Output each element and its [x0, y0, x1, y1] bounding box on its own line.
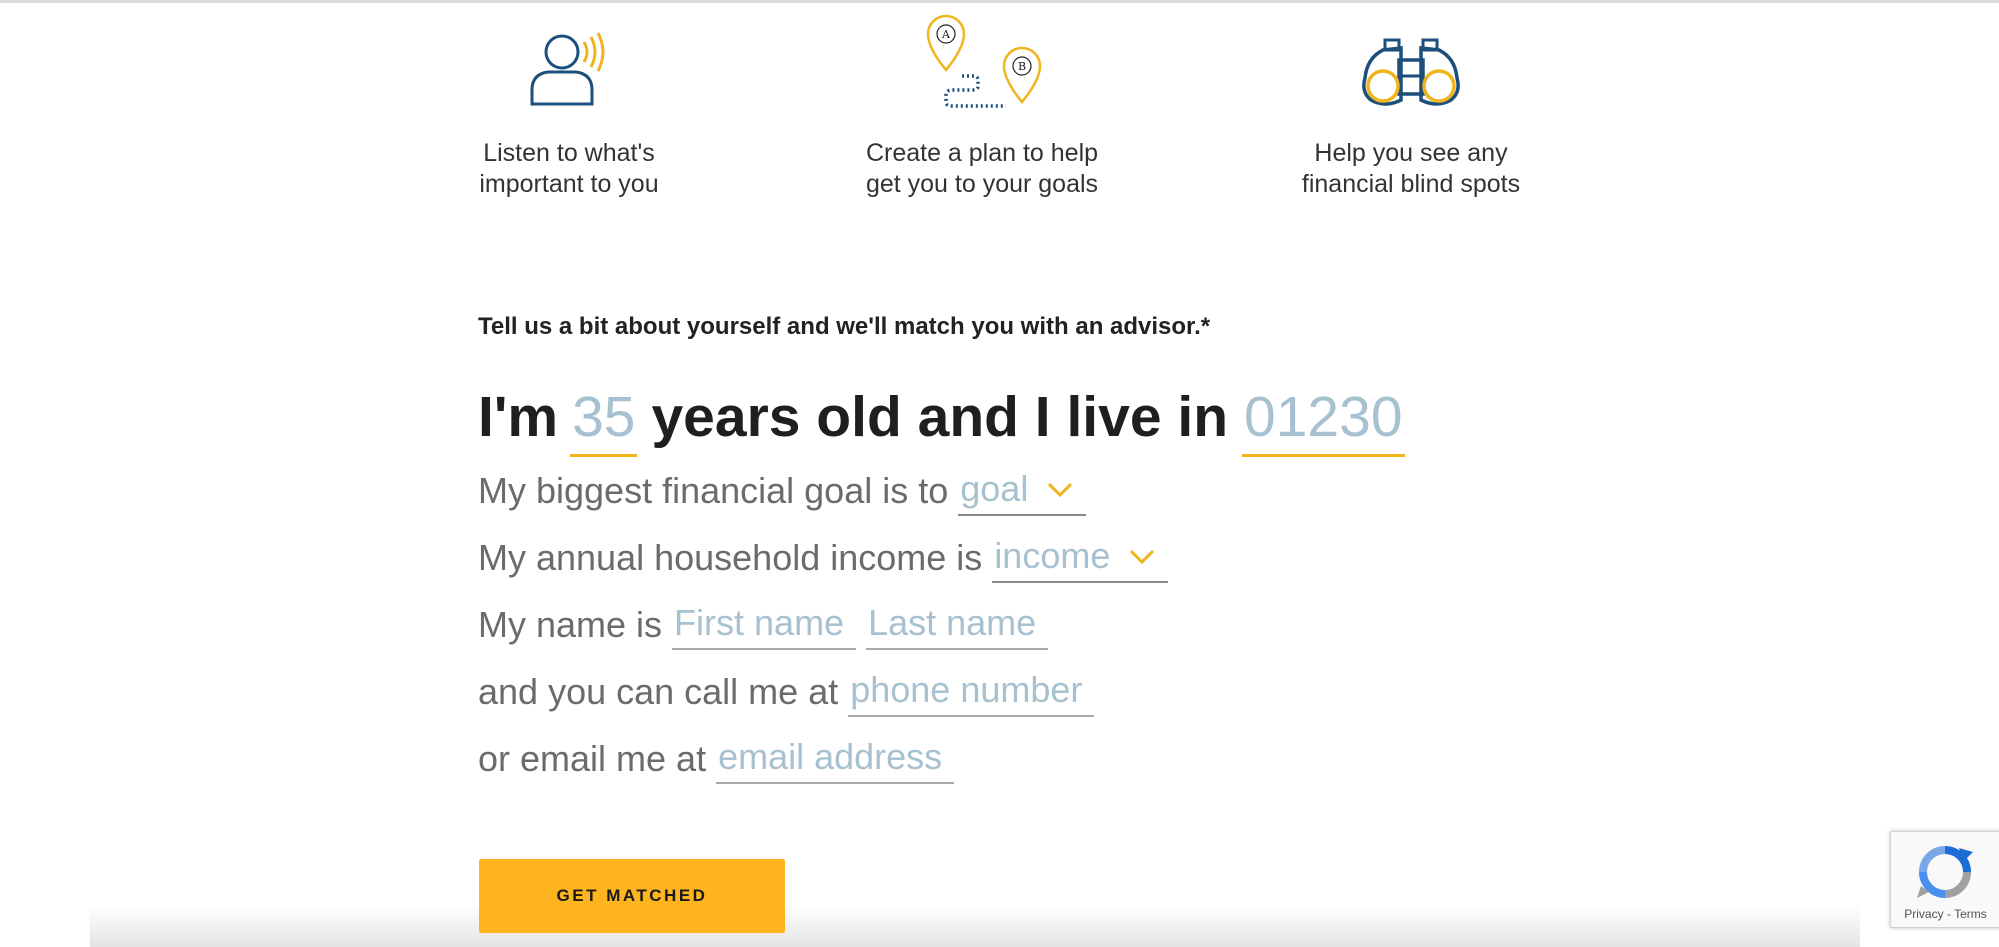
zip-code-input[interactable]: 01230	[1242, 384, 1405, 457]
phone-input[interactable]: phone number	[848, 669, 1095, 717]
income-label: My annual household income is	[478, 537, 983, 578]
benefit-label-line: important to you	[479, 170, 659, 198]
benefit-label: Create a plan to help get you to your go…	[822, 138, 1142, 200]
age-input[interactable]: 35	[570, 384, 638, 457]
listening-person-icon	[409, 10, 729, 110]
benefit-blind-spots: Help you see any financial blind spots	[1251, 10, 1571, 200]
phone-label: and you can call me at	[478, 671, 839, 712]
benefit-label-line: financial blind spots	[1301, 170, 1521, 198]
first-name-input[interactable]: First name	[672, 602, 857, 650]
benefit-label-line: get you to your goals	[865, 170, 1099, 198]
benefit-label: Help you see any financial blind spots	[1251, 138, 1571, 200]
bottom-fade	[90, 905, 1860, 947]
benefit-label-line: Listen to what's	[483, 139, 655, 167]
form-intro: Tell us a bit about yourself and we'll m…	[478, 313, 1211, 340]
name-row: My name is First name Last name	[478, 600, 1049, 650]
chevron-down-icon	[1048, 482, 1073, 498]
benefit-plan: A B Create a plan to help get you to you…	[822, 10, 1142, 200]
email-label: or email me at	[478, 738, 707, 779]
income-select[interactable]: income	[992, 535, 1169, 583]
email-input[interactable]: email address	[716, 736, 955, 784]
last-name-input[interactable]: Last name	[866, 602, 1049, 650]
benefit-label: Listen to what's important to you	[409, 138, 729, 200]
goal-row: My biggest financial goal is to goal	[478, 466, 1087, 516]
get-matched-button[interactable]: GET MATCHED	[479, 859, 785, 933]
benefit-listen: Listen to what's important to you	[409, 10, 729, 200]
phone-row: and you can call me at phone number	[478, 667, 1095, 717]
headline-text: I'm	[478, 385, 559, 449]
recaptcha-icon	[1917, 846, 1973, 898]
goal-label: My biggest financial goal is to	[478, 470, 949, 511]
terms-link[interactable]: Terms	[1954, 907, 1987, 921]
privacy-link[interactable]: Privacy	[1904, 907, 1943, 921]
link-separator: -	[1943, 907, 1955, 921]
pin-a-label: A	[941, 28, 951, 41]
chevron-down-icon	[1130, 549, 1155, 565]
benefit-label-line: Create a plan to help	[865, 139, 1099, 167]
benefit-label-line: Help you see any	[1314, 139, 1508, 167]
email-row: or email me at email address	[478, 734, 955, 784]
income-select-value: income	[994, 535, 1111, 576]
name-label: My name is	[478, 604, 663, 645]
pin-b-label: B	[1018, 60, 1026, 73]
top-divider	[0, 0, 1999, 3]
binoculars-icon	[1251, 10, 1571, 110]
income-row: My annual household income is income	[478, 533, 1169, 583]
goal-select[interactable]: goal	[958, 468, 1087, 516]
recaptcha-links: Privacy - Terms	[1891, 907, 1999, 921]
age-zip-sentence: I'm 35 years old and I live in 01230	[478, 384, 1419, 464]
goal-select-value: goal	[960, 468, 1029, 509]
recaptcha-badge[interactable]: Privacy - Terms	[1890, 831, 1999, 928]
route-map-pins-icon: A B	[822, 10, 1142, 110]
headline-text: years old and I live in	[651, 385, 1229, 449]
